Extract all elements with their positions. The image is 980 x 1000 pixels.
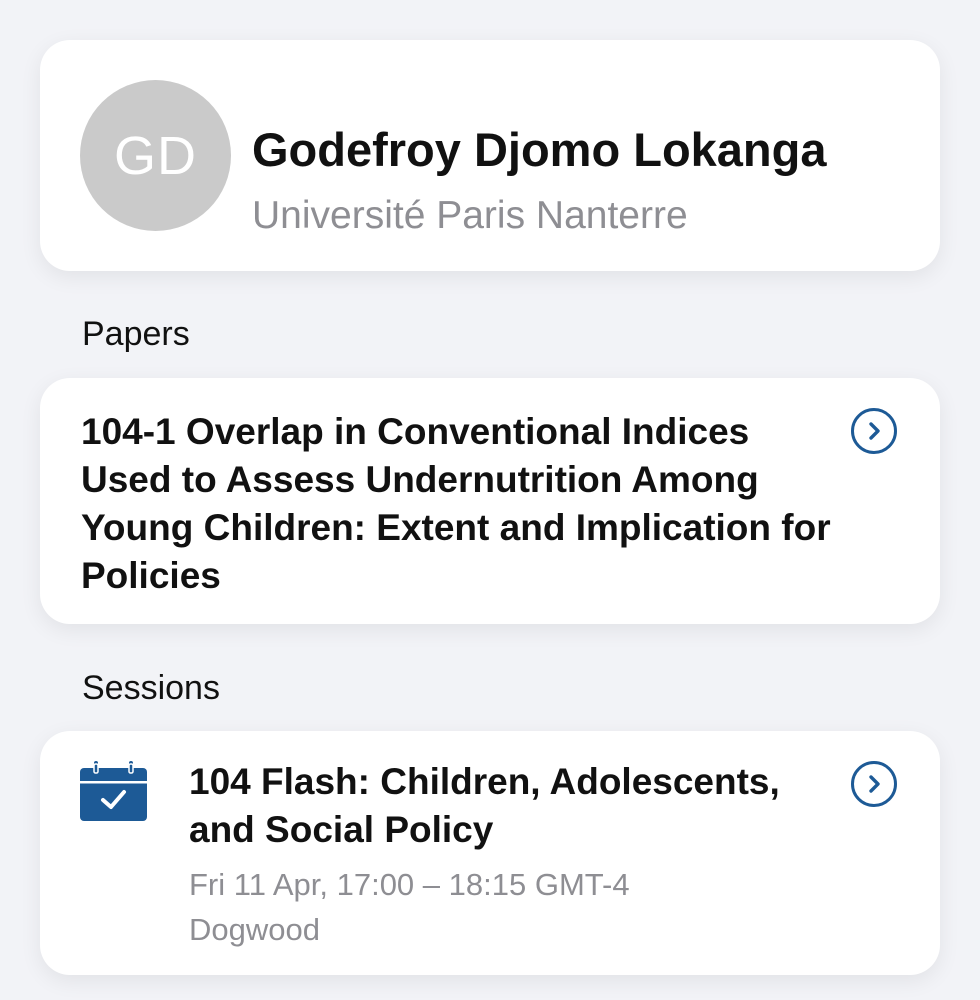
profile-affiliation: Université Paris Nanterre <box>252 194 688 237</box>
chevron-right-icon <box>869 422 880 440</box>
avatar: GD <box>80 80 231 231</box>
chevron-right-icon <box>869 775 880 793</box>
profile-name: Godefroy Djomo Lokanga <box>252 123 827 176</box>
session-open-button[interactable] <box>851 761 897 807</box>
session-location: Dogwood <box>189 912 320 947</box>
calendar-check-icon <box>80 761 147 821</box>
session-card[interactable]: 104 Flash: Children, Adolescents, and So… <box>40 731 940 975</box>
paper-card[interactable]: 104-1 Overlap in Conventional Indices Us… <box>40 378 940 624</box>
sessions-heading: Sessions <box>82 669 220 707</box>
profile-card: GD Godefroy Djomo Lokanga Université Par… <box>40 40 940 271</box>
session-title: 104 Flash: Children, Adolescents, and So… <box>189 761 780 850</box>
papers-heading: Papers <box>82 315 190 353</box>
paper-open-button[interactable] <box>851 408 897 454</box>
avatar-initials: GD <box>114 125 197 186</box>
paper-title: 104-1 Overlap in Conventional Indices Us… <box>81 411 831 596</box>
session-time: Fri 11 Apr, 17:00 – 18:15 GMT-4 <box>189 867 630 902</box>
